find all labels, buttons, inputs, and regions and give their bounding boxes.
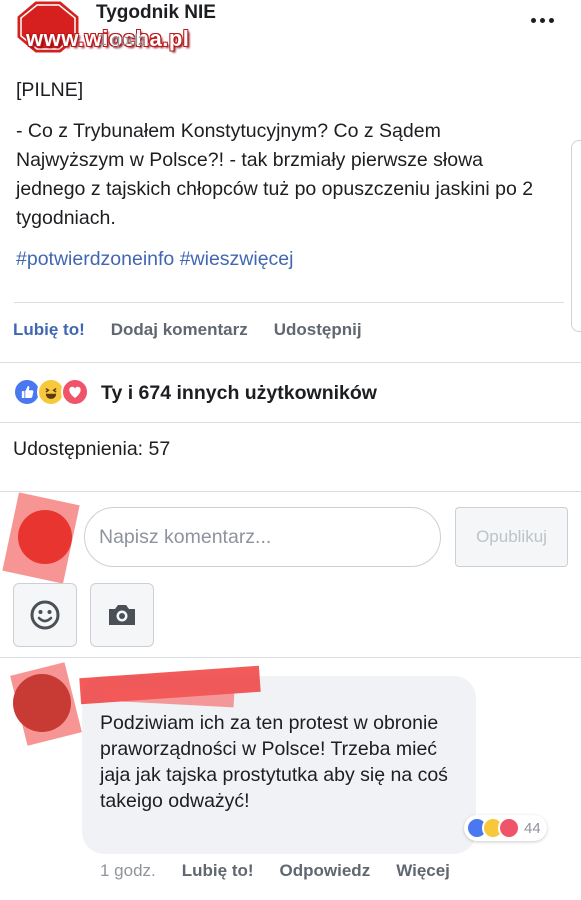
dot-icon: [548, 17, 554, 23]
shares-count[interactable]: Udostępnienia: 57: [13, 438, 170, 461]
comment-placeholder: Napisz komentarz...: [99, 525, 272, 548]
comment-text: Podziwiam ich za ten protest w obronie p…: [100, 712, 448, 812]
post-timestamp[interactable]: 1 godz.: [98, 32, 150, 50]
avatar: [18, 510, 72, 564]
comment-reaction-count: 44: [524, 819, 541, 837]
post-hashtags[interactable]: #potwierdzoneinfo #wieszwięcej: [16, 245, 536, 274]
comment-timestamp[interactable]: 1 godz.: [100, 861, 156, 881]
divider: [0, 422, 581, 423]
love-icon: [498, 817, 520, 839]
post-actions: Lubię to! Dodaj komentarz Udostępnij: [13, 320, 362, 340]
more-options-button[interactable]: [527, 8, 557, 32]
comment-like-button[interactable]: Lubię to!: [182, 861, 254, 881]
comment-more-button[interactable]: Więcej: [396, 861, 450, 881]
like-button[interactable]: Lubię to!: [13, 320, 85, 340]
love-icon: [61, 378, 89, 406]
reaction-icons: [13, 378, 95, 408]
post-content: [PILNE] - Co z Trybunałem Konstytucyjnym…: [16, 76, 536, 286]
divider: [0, 362, 581, 363]
divider: [14, 302, 564, 303]
page-name-link[interactable]: Tygodnik NIE: [96, 2, 216, 24]
dot-icon: [530, 17, 536, 23]
avatar: [13, 674, 71, 732]
comment-reactions[interactable]: 44: [464, 815, 547, 841]
comment-input[interactable]: Napisz komentarz...: [84, 507, 441, 567]
comment-actions: 1 godz. Lubię to! Odpowiedz Więcej: [100, 861, 450, 881]
smiley-icon: [30, 600, 60, 630]
emoji-button[interactable]: [13, 583, 77, 647]
camera-button[interactable]: [90, 583, 154, 647]
divider: [0, 657, 581, 658]
share-button[interactable]: Udostępnij: [274, 320, 362, 340]
scroll-indicator: [571, 140, 581, 332]
publish-label: Opublikuj: [476, 527, 547, 546]
post-tag-line: [PILNE]: [16, 79, 84, 101]
camera-icon: [109, 605, 135, 625]
comment-reply-button[interactable]: Odpowiedz: [280, 861, 371, 881]
publish-button[interactable]: Opublikuj: [455, 507, 568, 567]
post-body: - Co z Trybunałem Konstytucyjnym? Co z S…: [16, 120, 534, 229]
dot-icon: [539, 17, 545, 23]
reactions-count-text[interactable]: Ty i 674 innych użytkowników: [101, 382, 377, 405]
comment-button[interactable]: Dodaj komentarz: [111, 320, 248, 340]
post-header: www.wiocha.pl Tygodnik NIE 1 godz.: [0, 0, 581, 60]
divider: [0, 491, 581, 492]
reactions-summary[interactable]: Ty i 674 innych użytkowników: [13, 378, 377, 408]
